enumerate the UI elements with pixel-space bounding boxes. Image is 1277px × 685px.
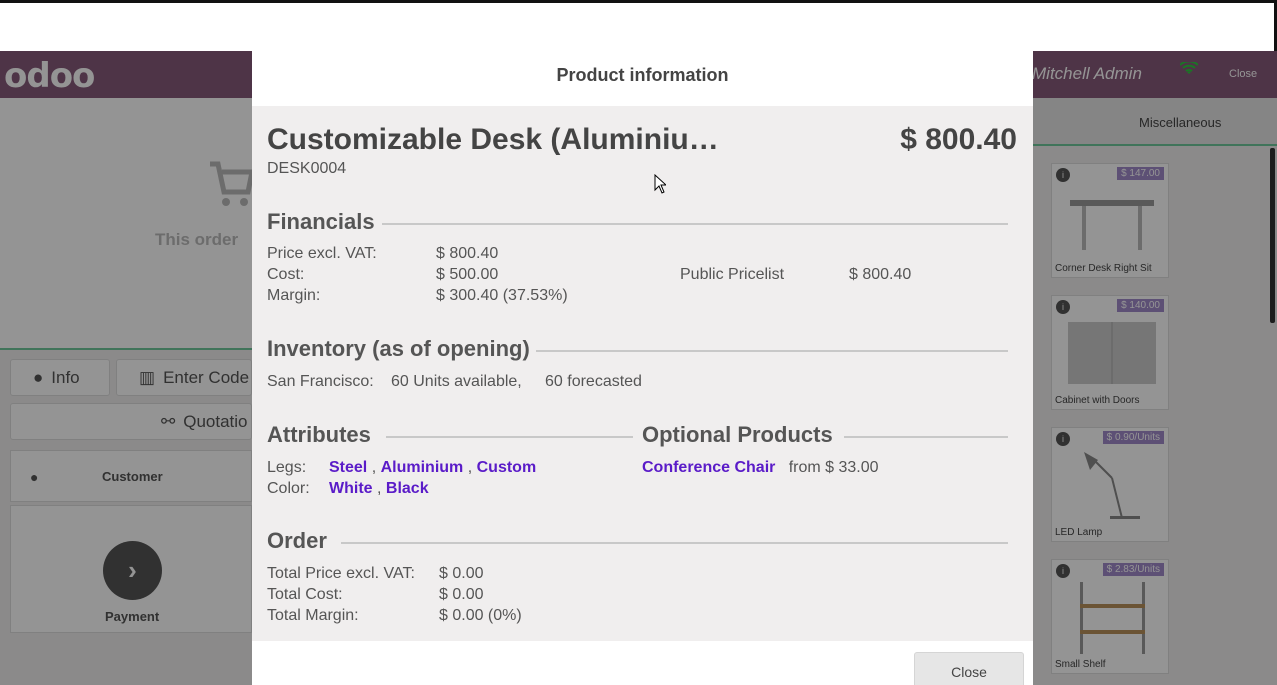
attribute-value-link[interactable]: Black (386, 480, 429, 497)
optional-product: Conference Chair from $ 33.00 (642, 459, 879, 477)
units-available: 60 Units available, (391, 373, 522, 390)
product-price: $ 800.40 (900, 123, 1017, 156)
margin-value: $ 300.40 (37.53%) (436, 287, 568, 304)
top-strip (0, 0, 1277, 51)
attribute-value-link[interactable]: White (329, 480, 373, 497)
color-label: Color: (267, 480, 310, 497)
total-cost-label: Total Cost: (267, 586, 343, 603)
optional-products-heading: Optional Products (642, 422, 833, 447)
optional-product-price: from $ 33.00 (788, 459, 879, 476)
attribute-value-link[interactable]: Custom (477, 459, 537, 476)
legs-values: Steel , Aluminium , Custom (329, 459, 537, 476)
legs-label: Legs: (267, 459, 307, 476)
optional-product-link[interactable]: Conference Chair (642, 459, 775, 476)
total-margin-value: $ 0.00 (0%) (439, 607, 522, 624)
attribute-value-link[interactable]: Steel (329, 459, 367, 476)
pricelist-name: Public Pricelist (680, 266, 785, 283)
margin-label: Margin: (267, 287, 321, 304)
order-heading: Order (267, 528, 327, 553)
price-excl-vat-label: Price excl. VAT: (267, 245, 377, 262)
cost-value: $ 500.00 (436, 266, 499, 283)
attributes-heading: Attributes (267, 422, 371, 447)
product-reference: DESK0004 (267, 160, 347, 177)
attribute-value-link[interactable]: Aluminium (381, 459, 464, 476)
inventory-heading: Inventory (as of opening) (267, 336, 530, 361)
price-excl-vat-value: $ 800.40 (436, 245, 499, 262)
product-info-modal: Product information Customizable Desk (A… (252, 51, 1033, 685)
modal-title: Product information (556, 65, 729, 85)
mouse-cursor-icon (654, 173, 668, 194)
section-divider (386, 436, 633, 438)
cost-label: Cost: (267, 266, 305, 283)
close-button[interactable]: Close (914, 652, 1024, 685)
section-divider (844, 436, 1008, 438)
section-divider (382, 223, 1008, 225)
total-price-label: Total Price excl. VAT: (267, 565, 415, 582)
financials-heading: Financials (267, 209, 375, 234)
pricelist-value: $ 800.40 (849, 266, 912, 283)
color-values: White , Black (329, 480, 429, 497)
total-margin-label: Total Margin: (267, 607, 359, 624)
section-divider (536, 350, 1008, 352)
section-divider (341, 542, 1008, 544)
product-name: Customizable Desk (Aluminiu… (267, 123, 719, 156)
warehouse-name: San Francisco: (267, 373, 374, 390)
total-cost-value: $ 0.00 (439, 586, 484, 603)
units-forecasted: 60 forecasted (545, 373, 642, 390)
screen: odoo Mitchell Admin Close This order ● I… (0, 0, 1277, 685)
total-price-value: $ 0.00 (439, 565, 484, 582)
